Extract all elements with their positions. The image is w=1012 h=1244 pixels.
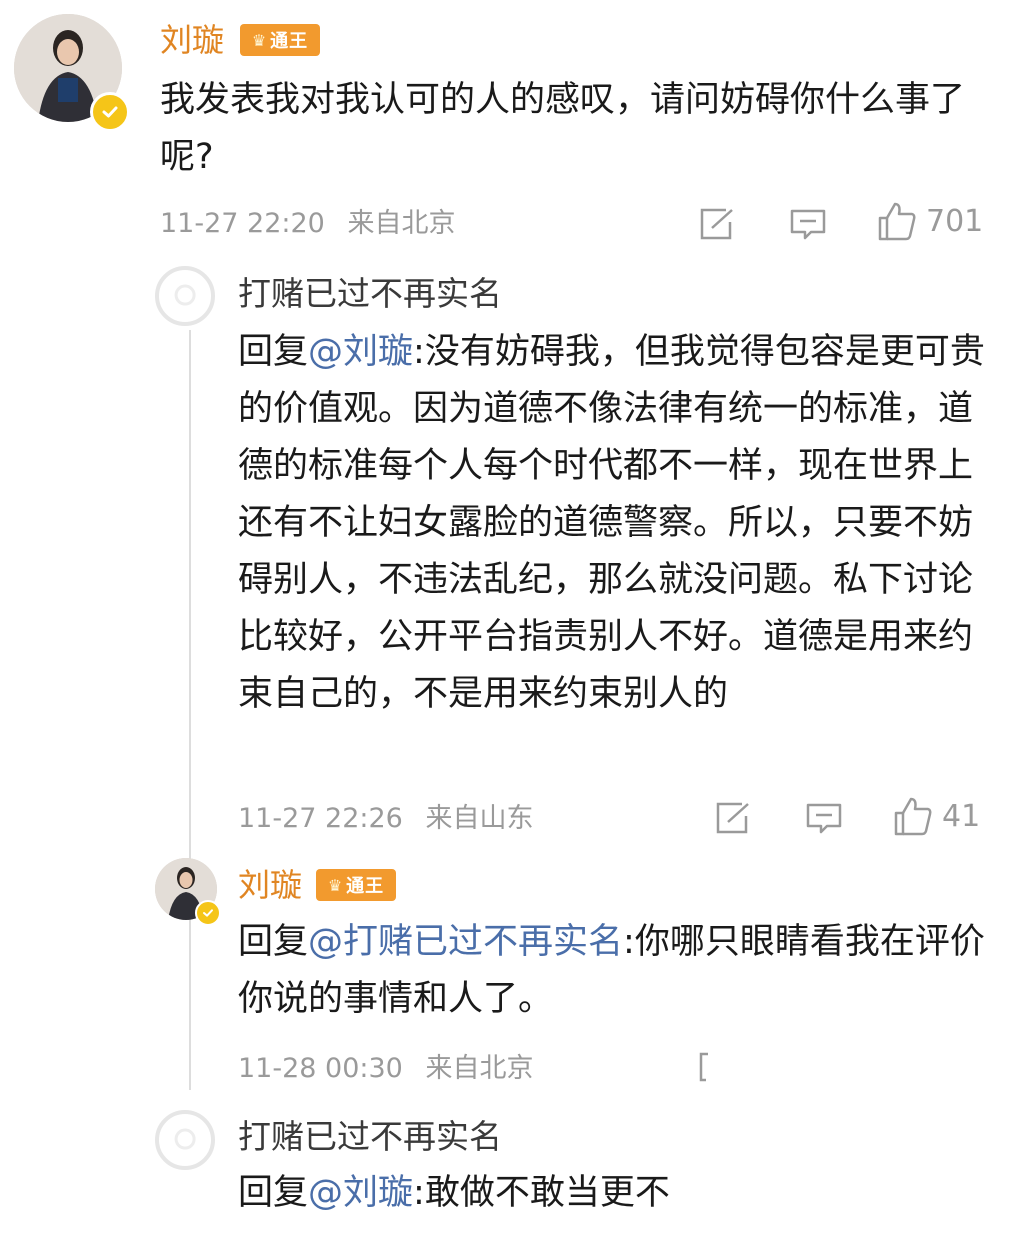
default-avatar-icon[interactable] [155,266,215,326]
timestamp: 11-27 22:26 [238,803,403,834]
badge-label: 通王 [270,31,309,52]
thread-line [189,330,191,1090]
repost-icon [716,802,749,834]
mention-link[interactable]: @刘璇 [308,1173,413,1213]
default-avatar-icon[interactable] [155,1110,215,1170]
mention-link[interactable]: @刘璇 [308,332,413,372]
crown-icon: ♛ [327,875,344,895]
timestamp: 11-27 22:20 [160,208,325,239]
username[interactable]: 刘璇 [160,24,224,56]
location: 来自山东 [425,803,534,834]
like-icon [894,797,932,836]
reply-prefix: 回复 [238,922,309,962]
comment-meta: 11-27 22:26 来自山东 [238,805,533,832]
like-button[interactable]: 41 [892,795,980,837]
comment-text: 我发表我对我认可的人的感叹，请问妨碍你什么事了呢? [160,80,966,177]
reply-body: :敢做不敢当更不 [413,1173,670,1213]
repost-button[interactable] [714,800,752,836]
reply-prefix: 回复 [238,332,309,372]
like-count: 41 [942,798,981,834]
comment-meta: 11-27 22:20 来自北京 [160,210,455,237]
comment-meta: 11-28 00:30 来自北京 [238,1055,533,1082]
reply-prefix: 回复 [238,1173,309,1213]
crown-icon: ♛ [251,30,268,50]
comment-icon [790,209,826,240]
reply-text: 回复@打赌已过不再实名:你哪只眼睛看我在评价你说的事情和人了。 [238,914,988,1028]
comment-icon [806,803,842,834]
reply-body: :没有妨碍我，但我觉得包容是更可贵的价值观。因为道德不像法律有统一的标准，道德的… [238,332,985,714]
level-badge: ♛ 通王 [240,24,320,56]
username[interactable]: 打赌已过不再实名 [238,277,502,310]
location: 来自北京 [347,208,456,239]
repost-button[interactable] [698,206,736,242]
reply-text: 回复@刘璇:敢做不敢当更不 [238,1165,988,1222]
badge-label: 通王 [346,876,385,897]
level-badge: ♛ 通王 [316,869,396,901]
comment-button[interactable] [805,802,843,836]
repost-icon [699,1052,708,1082]
mention-link[interactable]: @打赌已过不再实名 [308,922,623,962]
reply-text: 回复@刘璇:没有妨碍我，但我觉得包容是更可贵的价值观。因为道德不像法律有统一的标… [238,324,986,723]
username[interactable]: 刘璇 [238,869,302,901]
location: 来自北京 [425,1053,534,1084]
comment-button[interactable] [789,208,827,242]
verified-icon [90,92,130,132]
verified-icon [195,900,221,926]
like-count: 701 [926,203,984,239]
like-button[interactable]: 701 [876,200,983,242]
timestamp: 11-28 00:30 [238,1053,403,1084]
like-icon [878,202,916,241]
repost-icon [700,208,733,240]
username[interactable]: 打赌已过不再实名 [238,1120,502,1153]
repost-button[interactable] [698,1052,710,1082]
